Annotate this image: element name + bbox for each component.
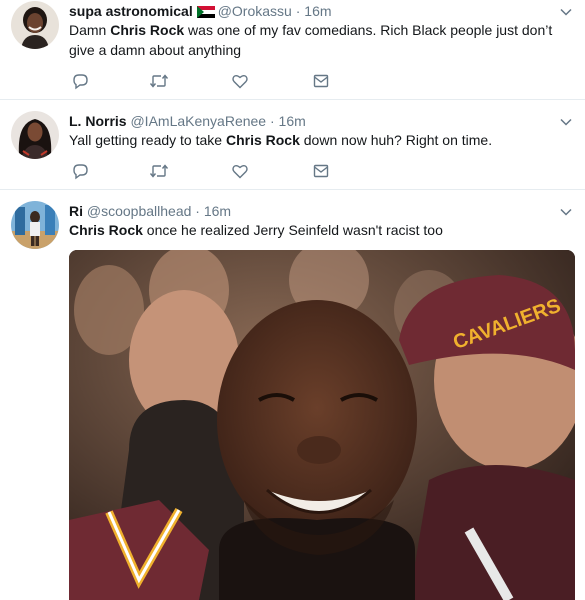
tweet-text-highlight: Chris Rock (225, 132, 300, 148)
chevron-down-icon[interactable] (559, 205, 573, 219)
avatar[interactable] (11, 201, 59, 249)
tweet-text-part: once he realized Jerry Seinfeld wasn't r… (142, 222, 443, 238)
tweet-header: supa astronomical @Orokassu · 16m (69, 2, 332, 22)
tweet-text-highlight: Chris Rock (69, 222, 143, 238)
separator-dot: · (295, 3, 301, 19)
display-name[interactable]: supa astronomical (69, 3, 193, 19)
retweet-icon[interactable] (148, 71, 170, 91)
like-icon[interactable] (229, 71, 251, 91)
tweet-text-part: Yall getting ready to take (69, 132, 226, 148)
timestamp[interactable]: 16m (279, 113, 306, 129)
tweet-text: Chris Rock once he realized Jerry Seinfe… (69, 220, 574, 240)
tweet-header: L. Norris @IAmLaKenyaRenee · 16m (69, 112, 306, 130)
tweet-text-part: Damn (69, 22, 111, 38)
tweet[interactable]: L. Norris @IAmLaKenyaRenee · 16m Yall ge… (0, 100, 585, 190)
display-name[interactable]: L. Norris (69, 113, 127, 129)
tweet-media-image[interactable]: CAVALIERS (69, 250, 575, 600)
tweet-text: Yall getting ready to take Chris Rock do… (69, 130, 574, 150)
tweet-text-highlight: Chris Rock (110, 22, 185, 38)
separator-dot: · (195, 203, 200, 219)
tweet-header: Ri @scoopballhead · 16m (69, 202, 231, 220)
chevron-down-icon[interactable] (559, 5, 573, 19)
retweet-icon[interactable] (148, 161, 170, 181)
user-handle[interactable]: @Orokassu (218, 3, 292, 19)
timestamp[interactable]: 16m (304, 3, 331, 19)
avatar[interactable] (11, 111, 59, 159)
chevron-down-icon[interactable] (559, 115, 573, 129)
tweet-text: Damn Chris Rock was one of my fav comedi… (69, 20, 574, 60)
avatar[interactable] (11, 1, 59, 49)
user-handle[interactable]: @scoopballhead (87, 203, 192, 219)
message-icon[interactable] (310, 71, 332, 91)
message-icon[interactable] (310, 161, 332, 181)
display-name[interactable]: Ri (69, 203, 83, 219)
tweet[interactable]: Ri @scoopballhead · 16m Chris Rock once … (0, 190, 585, 600)
tweet[interactable]: supa astronomical @Orokassu · 16m Damn Ch… (0, 0, 585, 100)
separator-dot: · (269, 113, 275, 129)
user-handle[interactable]: @IAmLaKenyaRenee (130, 113, 266, 129)
tweet-text-part: down now huh? Right on time. (299, 132, 493, 148)
timestamp[interactable]: 16m (204, 203, 231, 219)
reply-icon[interactable] (69, 161, 91, 181)
like-icon[interactable] (229, 161, 251, 181)
reply-icon[interactable] (69, 71, 91, 91)
